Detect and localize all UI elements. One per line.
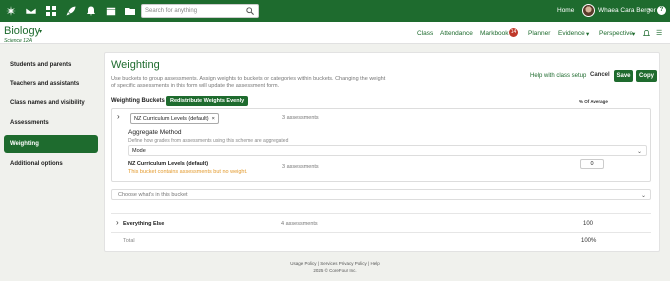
class-subtitle: Science 12A: [4, 38, 33, 44]
markbook-count-badge: 14: [509, 28, 518, 37]
bell-icon[interactable]: [85, 5, 97, 17]
weighting-panel: Weighting Use buckets to group assessmen…: [104, 52, 660, 252]
aggregate-method-value: Mode: [132, 148, 146, 154]
footer-separator: |: [317, 261, 319, 266]
aggregate-method-label: Aggregate Method: [128, 129, 182, 136]
chevron-down-icon[interactable]: ▾: [586, 30, 589, 38]
divider: [111, 232, 651, 233]
chevron-down-icon[interactable]: ⌄: [637, 147, 642, 157]
services-privacy-policy-link[interactable]: Services Privacy Policy: [320, 261, 367, 266]
mail-icon[interactable]: [25, 5, 37, 17]
close-icon[interactable]: ×: [212, 116, 215, 122]
page-description: Use buckets to group assessments. Assign…: [111, 76, 386, 89]
nav-class[interactable]: Class: [417, 30, 433, 37]
footer-separator: |: [368, 261, 370, 266]
app-logo-icon[interactable]: [5, 5, 17, 17]
bucket-name: NZ Curriculum Levels (default): [128, 161, 209, 167]
bucket-contents-select[interactable]: Choose what's in this bucket ⌄: [111, 189, 651, 200]
tag-label: NZ Curriculum Levels (default): [134, 116, 209, 122]
bucket-category-tag[interactable]: NZ Curriculum Levels (default) ×: [130, 113, 219, 124]
chevron-down-icon[interactable]: ⌄: [641, 191, 646, 201]
search-input[interactable]: Search for anything: [141, 4, 259, 18]
help-icon[interactable]: ?: [657, 6, 666, 15]
cancel-button[interactable]: Cancel: [590, 72, 610, 78]
avatar[interactable]: [582, 4, 595, 17]
aggregate-method-description: Define how grades from assessments using…: [128, 138, 289, 144]
top-navigation-bar: Search for anything Home Whaea Cara Berg…: [0, 0, 670, 22]
sidebar-item-teachers-and-assistants[interactable]: Teachers and assistants: [4, 75, 98, 93]
aggregate-method-select[interactable]: Mode ⌄: [128, 145, 647, 156]
bucket-expanded: › NZ Curriculum Levels (default) × 3 asse…: [111, 108, 651, 182]
weighting-buckets-label: Weighting Buckets: [111, 98, 165, 104]
nav-planner[interactable]: Planner: [528, 30, 550, 37]
help-with-class-setup-link[interactable]: Help with class setup: [530, 73, 586, 79]
nav-markbook[interactable]: Markbook: [480, 30, 509, 37]
chevron-right-icon[interactable]: ›: [117, 112, 120, 121]
sidebar-item-assessments[interactable]: Assessments: [4, 114, 98, 132]
total-label: Total: [123, 238, 135, 244]
sidebar-item-additional-options[interactable]: Additional options: [4, 155, 98, 173]
nav-evidence[interactable]: Evidence: [558, 30, 585, 37]
everything-else-bucket-name: Everything Else: [123, 221, 165, 227]
help-link[interactable]: Help: [370, 261, 379, 266]
usage-policy-link[interactable]: Usage Policy: [290, 261, 316, 266]
bucket-weight-input[interactable]: 0: [580, 159, 604, 169]
page-title: Weighting: [111, 59, 160, 71]
bucket-assessment-count: 3 assessments: [282, 164, 319, 170]
bucket-contents-placeholder: Choose what's in this bucket: [118, 192, 188, 198]
percent-of-average-header: % Of Average: [579, 99, 608, 104]
everything-else-weight: 100: [583, 221, 594, 227]
home-link[interactable]: Home: [557, 7, 574, 14]
sidebar-item-students-and-parents[interactable]: Students and parents: [4, 56, 98, 74]
save-button[interactable]: Save: [614, 70, 633, 82]
chevron-right-icon[interactable]: ›: [116, 218, 119, 227]
copyright: 2025 © CoreFour Inc.: [313, 268, 357, 273]
footer-links: Usage Policy | Services Privacy Policy |…: [0, 261, 670, 266]
redistribute-weights-button[interactable]: Redistribute Weights Evenly: [166, 96, 249, 106]
nav-attendance[interactable]: Attendance: [440, 30, 473, 37]
nav-perspective[interactable]: Perspective: [599, 30, 633, 37]
bucket-warning: This bucket contains assessments but no …: [128, 169, 248, 175]
menu-icon[interactable]: ☰: [656, 30, 663, 37]
calendar-icon[interactable]: [105, 5, 117, 17]
chevron-down-icon[interactable]: ▾: [632, 30, 635, 38]
rocket-icon[interactable]: [65, 5, 77, 17]
bell-icon[interactable]: [643, 29, 650, 37]
copy-button[interactable]: Copy: [636, 70, 657, 82]
divider: [111, 213, 651, 214]
chevron-down-icon[interactable]: ▾: [39, 28, 42, 35]
folder-icon[interactable]: [124, 5, 136, 17]
search-icon[interactable]: [246, 7, 254, 15]
total-value: 100%: [581, 238, 597, 244]
sidebar-item-weighting[interactable]: Weighting: [4, 135, 98, 153]
everything-else-assessment-count: 4 assessments: [281, 221, 318, 227]
class-header: Biology ▾ Science 12A Class Attendance M…: [0, 22, 670, 44]
class-title[interactable]: Biology: [4, 25, 40, 37]
chevron-down-icon[interactable]: ▾: [648, 7, 651, 13]
bucket-assessment-count: 3 assessments: [282, 115, 319, 121]
grid-apps-icon[interactable]: [45, 5, 57, 17]
sidebar-item-class-names-and-visibility[interactable]: Class names and visibility: [4, 94, 98, 112]
